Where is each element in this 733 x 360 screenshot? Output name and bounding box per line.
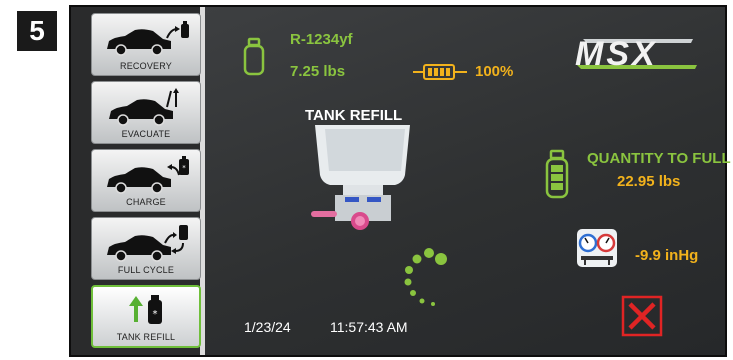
quantity-label: QUANTITY TO FULL bbox=[587, 150, 731, 167]
battery-level: 100% bbox=[475, 63, 514, 80]
sidebar-item-recovery[interactable]: RECOVERY bbox=[91, 13, 201, 76]
battery-icon bbox=[413, 64, 467, 80]
car-recovery-icon bbox=[107, 21, 189, 56]
tank-icon bbox=[243, 37, 265, 76]
sidebar-item-tank-refill[interactable]: * TANK REFILL bbox=[91, 285, 201, 348]
sidebar-item-charge[interactable]: * CHARGE bbox=[91, 149, 201, 212]
main-panel: R-1234yf 7.25 lbs 100% MSX TANK REFILL Q… bbox=[205, 7, 731, 355]
sidebar-item-label: RECOVERY bbox=[120, 61, 172, 71]
sidebar-item-label: TANK REFILL bbox=[116, 332, 176, 342]
car-full-cycle-icon bbox=[107, 225, 188, 262]
close-icon bbox=[621, 295, 663, 337]
step-number-badge: 5 bbox=[17, 11, 57, 51]
pressure-gauge-icon bbox=[577, 229, 617, 267]
sidebar-item-label: EVACUATE bbox=[121, 129, 171, 139]
svg-text:*: * bbox=[182, 164, 186, 172]
quantity-value: 22.95 lbs bbox=[617, 173, 681, 190]
mode-title: TANK REFILL bbox=[305, 107, 403, 124]
car-charge-icon: * bbox=[107, 156, 189, 194]
loading-spinner-icon bbox=[404, 248, 447, 306]
svg-text:*: * bbox=[153, 309, 158, 320]
sidebar-item-evacuate[interactable]: EVACUATE bbox=[91, 81, 201, 144]
tank-refill-icon: * bbox=[129, 295, 162, 324]
sidebar: RECOVERY EVACUATE * CHARGE FULL CYCLE * … bbox=[71, 7, 205, 355]
refrigerant-type: R-1234yf bbox=[290, 31, 353, 48]
date-display: 1/23/24 bbox=[244, 319, 291, 335]
pressure-value: -9.9 inHg bbox=[635, 247, 699, 264]
time-display: 11:57:43 AM bbox=[330, 319, 408, 335]
sidebar-item-label: CHARGE bbox=[126, 197, 166, 207]
machine-screen: RECOVERY EVACUATE * CHARGE FULL CYCLE * … bbox=[69, 5, 731, 357]
msx-logo: MSX bbox=[565, 33, 710, 73]
refill-machine-illustration bbox=[311, 125, 410, 230]
logo-text: MSX bbox=[575, 35, 658, 73]
car-evacuate-icon bbox=[109, 88, 179, 126]
tank-weight: 7.25 lbs bbox=[290, 63, 346, 80]
sidebar-item-full-cycle[interactable]: FULL CYCLE bbox=[91, 217, 201, 280]
full-tank-icon bbox=[545, 149, 569, 199]
sidebar-item-label: FULL CYCLE bbox=[117, 265, 175, 275]
stop-button[interactable] bbox=[621, 295, 663, 337]
